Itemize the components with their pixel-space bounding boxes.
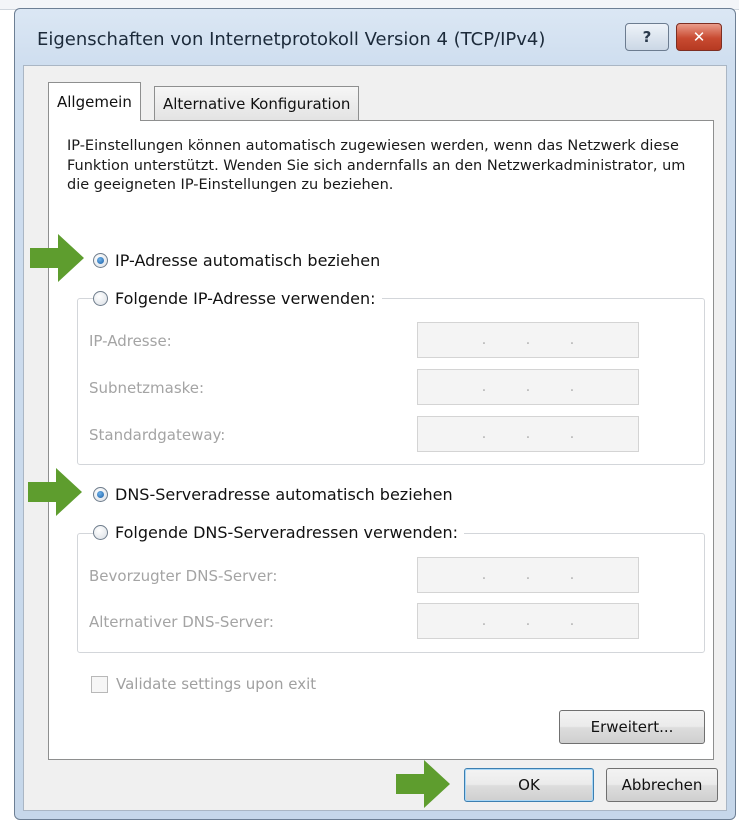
subnet-mask-input: ...	[417, 369, 639, 405]
radio-dns-auto[interactable]: DNS-Serveradresse automatisch beziehen	[93, 485, 459, 504]
ip-address-label: IP-Adresse:	[89, 332, 172, 350]
radio-dns-manual-indicator[interactable]	[93, 525, 108, 540]
radio-ip-auto-indicator[interactable]	[93, 253, 108, 268]
ok-button[interactable]: OK	[464, 768, 594, 802]
validate-settings-checkbox	[91, 675, 108, 693]
close-button[interactable]: ✕	[676, 23, 722, 51]
radio-dns-manual[interactable]: Folgende DNS-Serveradressen verwenden:	[93, 523, 465, 542]
radio-ip-auto[interactable]: IP-Adresse automatisch beziehen	[93, 251, 387, 270]
ip-dot: .	[569, 567, 575, 583]
ip-dot: .	[525, 426, 531, 442]
arrow-shape	[396, 760, 450, 808]
tab-alternative-konfiguration[interactable]: Alternative Konfiguration	[154, 86, 360, 120]
ip-dot: .	[525, 567, 531, 583]
radio-dns-auto-indicator[interactable]	[93, 487, 108, 502]
alternative-dns-input: ...	[417, 603, 639, 639]
advanced-button[interactable]: Erweitert...	[559, 710, 705, 744]
close-icon: ✕	[692, 28, 706, 46]
preferred-dns-label: Bevorzugter DNS-Server:	[89, 567, 278, 585]
ip-dot: .	[525, 332, 531, 348]
ip-dot: .	[481, 379, 487, 395]
help-button[interactable]: ?	[625, 23, 669, 51]
arrow-right-icon	[30, 234, 84, 282]
ip-dot: .	[569, 332, 575, 348]
ip-dot: .	[569, 379, 575, 395]
validate-settings-checkbox-row: Validate settings upon exit	[91, 675, 316, 693]
description-text: IP-Einstellungen können automatisch zuge…	[67, 138, 686, 193]
default-gateway-label: Standardgateway:	[89, 426, 226, 444]
cancel-button[interactable]: Abbrechen	[606, 768, 718, 802]
ip-dot: .	[481, 567, 487, 583]
ip-dot: .	[481, 426, 487, 442]
ip-dot: .	[569, 613, 575, 629]
question-icon: ?	[642, 28, 652, 46]
default-gateway-input: ...	[417, 416, 639, 452]
window-title: Eigenschaften von Internetprotokoll Vers…	[37, 29, 546, 50]
arrow-right-icon	[396, 760, 450, 808]
arrow-shape	[28, 468, 82, 516]
dialog-client-area: Allgemein Alternative Konfiguration IP-E…	[23, 65, 727, 811]
validate-settings-label: Validate settings upon exit	[116, 675, 317, 693]
arrow-shape	[30, 234, 84, 282]
radio-ip-auto-label: IP-Adresse automatisch beziehen	[115, 251, 381, 270]
preferred-dns-input: ...	[417, 557, 639, 593]
ip-dot: .	[481, 332, 487, 348]
ip-dot: .	[481, 613, 487, 629]
radio-ip-manual-indicator[interactable]	[93, 291, 108, 306]
tcpip-properties-dialog: Eigenschaften von Internetprotokoll Vers…	[14, 8, 736, 820]
radio-ip-manual[interactable]: Folgende IP-Adresse verwenden:	[93, 289, 382, 308]
ip-dot: .	[569, 426, 575, 442]
radio-dns-auto-label: DNS-Serveradresse automatisch beziehen	[115, 485, 453, 504]
arrow-right-icon	[28, 468, 82, 516]
radio-dns-manual-label: Folgende DNS-Serveradressen verwenden:	[115, 523, 459, 542]
ip-dot: .	[525, 379, 531, 395]
ip-dot: .	[525, 613, 531, 629]
alternative-dns-label: Alternativer DNS-Server:	[89, 613, 274, 631]
tab-allgemein[interactable]: Allgemein	[48, 82, 141, 121]
tab-panel-allgemein: IP-Einstellungen können automatisch zuge…	[48, 120, 714, 760]
ip-address-input: ...	[417, 322, 639, 358]
subnet-mask-label: Subnetzmaske:	[89, 379, 205, 397]
radio-ip-manual-label: Folgende IP-Adresse verwenden:	[115, 289, 376, 308]
